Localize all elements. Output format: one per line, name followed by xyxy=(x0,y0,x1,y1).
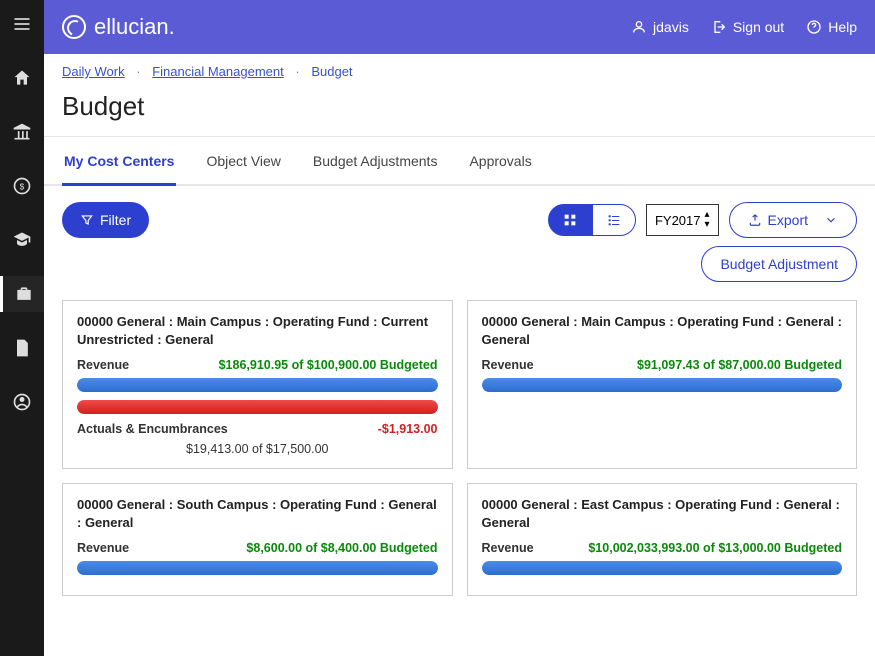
tab-object-view[interactable]: Object View xyxy=(204,139,282,186)
revenue-value: $186,910.95 of $100,900.00 Budgeted xyxy=(219,358,438,372)
tabs: My Cost Centers Object View Budget Adjus… xyxy=(44,137,875,186)
breadcrumb-sep: · xyxy=(136,64,140,79)
brand: ellucian. xyxy=(62,14,631,40)
user-name: jdavis xyxy=(653,19,689,35)
budget-adjustment-button[interactable]: Budget Adjustment xyxy=(701,246,857,282)
breadcrumb-daily-work[interactable]: Daily Work xyxy=(62,64,125,79)
fiscal-year-select[interactable]: FY2017 ▴▾ xyxy=(646,204,719,236)
grid-icon xyxy=(562,212,578,228)
svg-text:$: $ xyxy=(20,181,25,191)
cost-center-card[interactable]: 00000 General : Main Campus : Operating … xyxy=(467,300,858,469)
sidebar: $ xyxy=(0,0,44,656)
revenue-bar xyxy=(77,561,438,575)
export-label: Export xyxy=(768,212,808,228)
card-title: 00000 General : East Campus : Operating … xyxy=(482,496,843,531)
chevron-down-icon xyxy=(824,213,838,227)
list-icon xyxy=(606,212,622,228)
tab-approvals[interactable]: Approvals xyxy=(467,139,533,186)
toolbar: Filter FY2017 ▴▾ xyxy=(44,186,875,290)
revenue-value: $8,600.00 of $8,400.00 Budgeted xyxy=(246,541,437,555)
ae-label: Actuals & Encumbrances xyxy=(77,422,228,436)
revenue-label: Revenue xyxy=(77,358,129,372)
cost-center-card[interactable]: 00000 General : East Campus : Operating … xyxy=(467,483,858,596)
page-title: Budget xyxy=(44,85,875,137)
revenue-label: Revenue xyxy=(482,541,534,555)
filter-label: Filter xyxy=(100,212,131,228)
cost-center-card[interactable]: 00000 General : South Campus : Operating… xyxy=(62,483,453,596)
ae-sub: $19,413.00 of $17,500.00 xyxy=(77,442,438,456)
tab-my-cost-centers[interactable]: My Cost Centers xyxy=(62,139,176,186)
fy-value: FY2017 xyxy=(655,213,701,228)
cost-center-cards: 00000 General : Main Campus : Operating … xyxy=(44,290,875,614)
signout-button[interactable]: Sign out xyxy=(711,19,784,35)
revenue-bar xyxy=(482,378,843,392)
brand-logo-icon xyxy=(62,15,86,39)
ae-value: -$1,913.00 xyxy=(378,422,438,436)
list-view-button[interactable] xyxy=(592,204,636,236)
view-toggle xyxy=(548,204,636,236)
briefcase-icon[interactable] xyxy=(0,276,44,312)
topbar: ellucian. jdavis Sign out Help xyxy=(44,0,875,54)
export-icon xyxy=(748,213,762,227)
brand-name: ellucian. xyxy=(94,14,175,40)
select-arrows-icon: ▴▾ xyxy=(705,210,710,230)
card-title: 00000 General : South Campus : Operating… xyxy=(77,496,438,531)
help-label: Help xyxy=(828,19,857,35)
breadcrumb: Daily Work · Financial Management · Budg… xyxy=(44,54,875,85)
help-icon xyxy=(806,19,822,35)
revenue-bar xyxy=(77,378,438,392)
card-title: 00000 General : Main Campus : Operating … xyxy=(482,313,843,348)
document-icon[interactable] xyxy=(0,330,44,366)
user-icon xyxy=(631,19,647,35)
revenue-label: Revenue xyxy=(482,358,534,372)
signout-icon xyxy=(711,19,727,35)
card-title: 00000 General : Main Campus : Operating … xyxy=(77,313,438,348)
user-menu[interactable]: jdavis xyxy=(631,19,689,35)
signout-label: Sign out xyxy=(733,19,784,35)
breadcrumb-financial-management[interactable]: Financial Management xyxy=(152,64,284,79)
home-icon[interactable] xyxy=(0,60,44,96)
export-button[interactable]: Export xyxy=(729,202,857,238)
payments-icon[interactable]: $ xyxy=(0,168,44,204)
profile-icon[interactable] xyxy=(0,384,44,420)
cost-center-card[interactable]: 00000 General : Main Campus : Operating … xyxy=(62,300,453,469)
breadcrumb-current: Budget xyxy=(311,64,352,79)
revenue-bar xyxy=(482,561,843,575)
menu-icon[interactable] xyxy=(0,6,44,42)
encumbrance-bar xyxy=(77,400,438,414)
grid-view-button[interactable] xyxy=(548,204,592,236)
filter-icon xyxy=(80,213,94,227)
academics-icon[interactable] xyxy=(0,222,44,258)
filter-button[interactable]: Filter xyxy=(62,202,149,238)
main-content: ellucian. jdavis Sign out Help Daily Wor… xyxy=(44,0,875,656)
breadcrumb-sep: · xyxy=(295,64,299,79)
top-actions: jdavis Sign out Help xyxy=(631,19,857,35)
revenue-value: $10,002,033,993.00 of $13,000.00 Budgete… xyxy=(588,541,842,555)
budget-adjustment-label: Budget Adjustment xyxy=(720,256,838,272)
revenue-value: $91,097.43 of $87,000.00 Budgeted xyxy=(637,358,842,372)
tab-budget-adjustments[interactable]: Budget Adjustments xyxy=(311,139,440,186)
revenue-label: Revenue xyxy=(77,541,129,555)
help-button[interactable]: Help xyxy=(806,19,857,35)
institution-icon[interactable] xyxy=(0,114,44,150)
